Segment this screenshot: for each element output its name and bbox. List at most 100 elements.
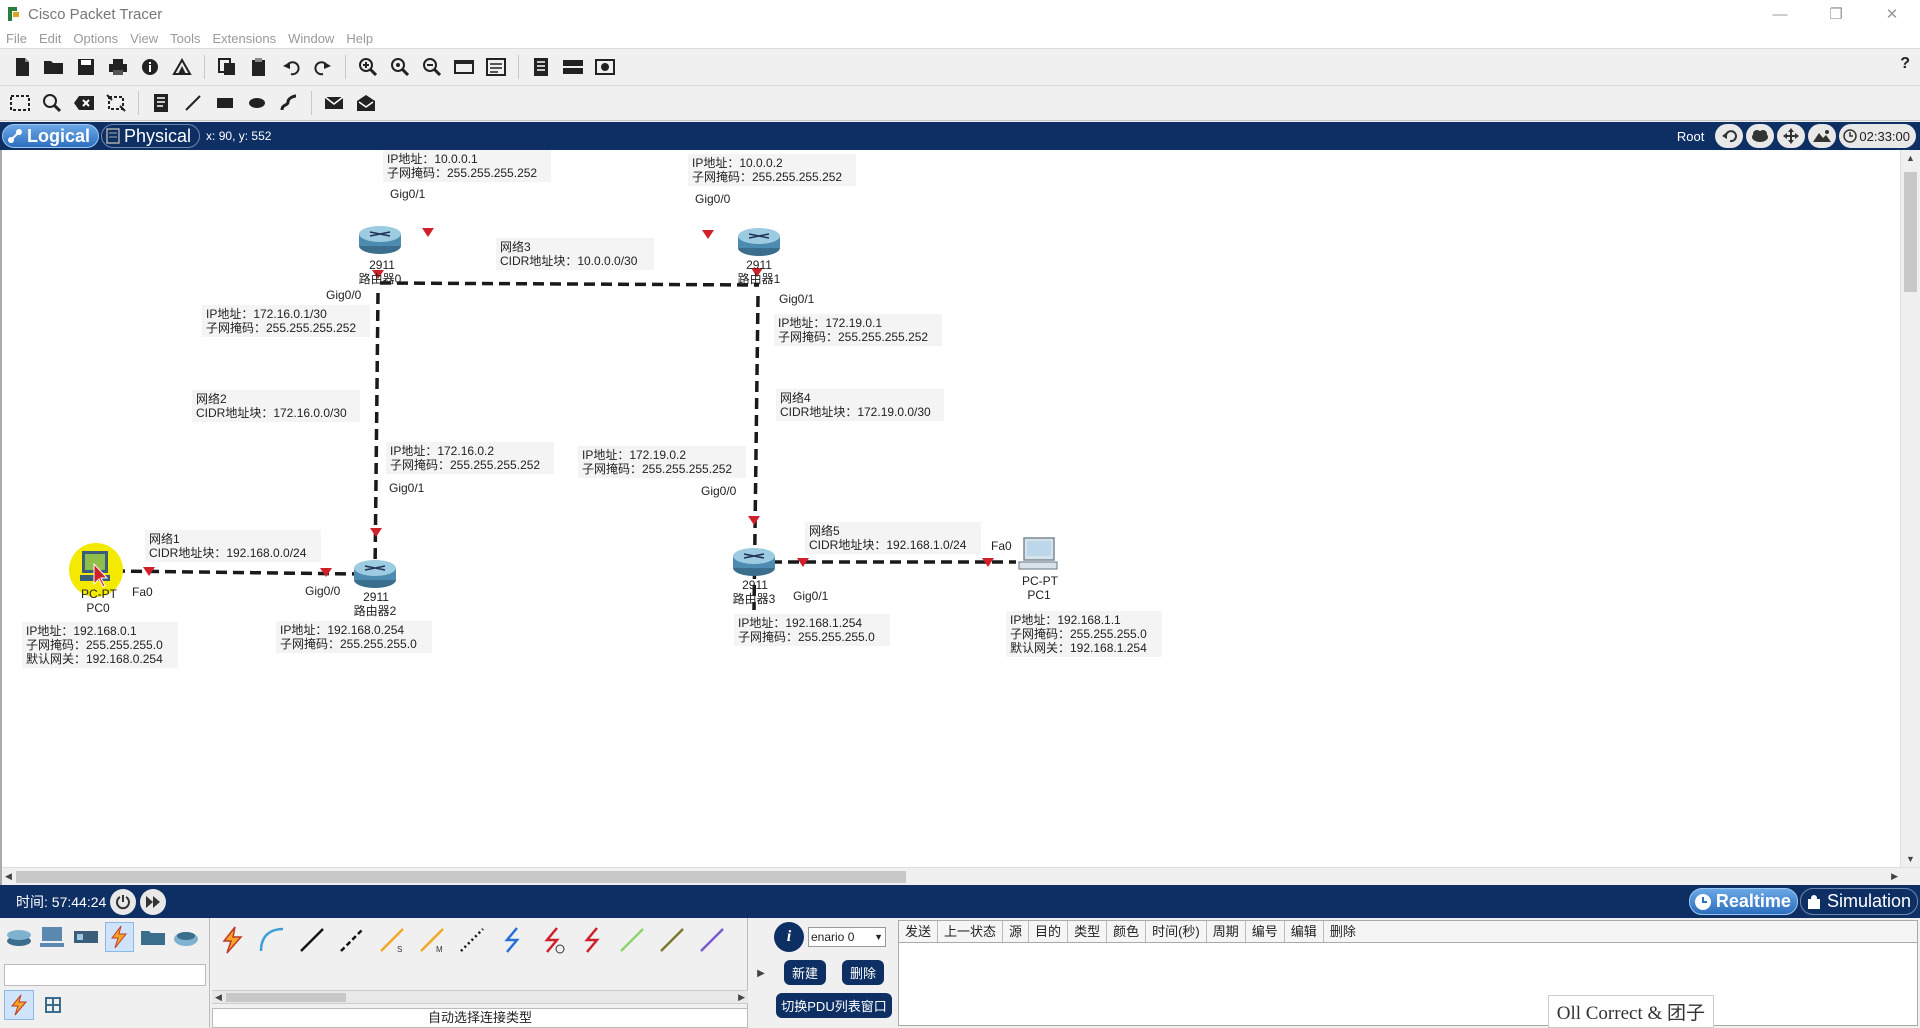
vertical-scroll-thumb[interactable]	[1904, 172, 1917, 292]
undo-icon[interactable]	[277, 53, 305, 81]
router-1[interactable]: 2911 路由器1	[738, 228, 781, 286]
draw-rectangle-icon[interactable]	[211, 89, 239, 117]
tab-logical[interactable]: Logical	[2, 124, 100, 148]
note-r1-top[interactable]: IP地址：10.0.0.2 子网掩码：255.255.255.252	[688, 154, 856, 186]
straight-through-cable-icon[interactable]	[294, 922, 330, 958]
auto-connection-icon[interactable]	[214, 922, 250, 958]
horizontal-scrollbar[interactable]: ◀ ▶	[2, 867, 1920, 885]
simple-pdu-icon[interactable]	[320, 89, 348, 117]
select-icon[interactable]	[6, 89, 34, 117]
network-info-icon[interactable]	[559, 53, 587, 81]
note-r2-bottom[interactable]: IP地址：192.168.0.254 子网掩码：255.255.255.0	[276, 621, 432, 653]
wireless-cable-icon[interactable]	[694, 922, 730, 958]
note-pc1[interactable]: IP地址：192.168.1.1 子网掩码：255.255.255.0 默认网关…	[1006, 611, 1162, 657]
place-note-icon[interactable]	[147, 89, 175, 117]
connections-icon[interactable]	[104, 922, 135, 952]
info-icon[interactable]	[136, 53, 164, 81]
serial-dce-cable-icon[interactable]	[494, 922, 530, 958]
connection-scrollbar[interactable]: ◀ ▶	[212, 990, 748, 1004]
menu-extensions[interactable]: Extensions	[206, 31, 282, 46]
copy-icon[interactable]	[213, 53, 241, 81]
menu-file[interactable]: File	[0, 31, 33, 46]
draw-line-icon[interactable]	[179, 89, 207, 117]
delete-icon[interactable]	[70, 89, 98, 117]
back-icon[interactable]	[1715, 124, 1744, 148]
zoom-reset-icon[interactable]	[386, 53, 414, 81]
open-folder-icon[interactable]	[40, 53, 68, 81]
note-pc0[interactable]: IP地址：192.168.0.1 子网掩码：255.255.255.0 默认网关…	[22, 622, 178, 668]
col-fire[interactable]: 发送	[899, 921, 939, 942]
col-num[interactable]: 编号	[1246, 921, 1285, 942]
scenario-info-icon[interactable]: i	[774, 922, 804, 952]
resize-icon[interactable]	[102, 89, 130, 117]
phone-cable-icon[interactable]: M	[414, 922, 450, 958]
logical-workspace[interactable]: 2911 路由器0 2911 路由器1 2911 路由器2 2911 路由器3 …	[0, 150, 1920, 885]
screenshot-icon[interactable]	[591, 53, 619, 81]
draw-ellipse-icon[interactable]	[243, 89, 271, 117]
scenario-select[interactable]: enario 0 ▼	[808, 927, 886, 947]
inspect-icon[interactable]	[38, 89, 66, 117]
fiber-cable-icon[interactable]: S	[374, 922, 410, 958]
custom-device-icon[interactable]	[482, 53, 510, 81]
paste-icon[interactable]	[245, 53, 273, 81]
restore-button[interactable]: ❐	[1808, 0, 1864, 28]
coaxial-cable-icon[interactable]	[454, 922, 490, 958]
pc-0[interactable]: PC-PT PC0	[69, 543, 123, 615]
scroll-right-icon[interactable]: ▶	[1891, 871, 1898, 882]
menu-tools[interactable]: Tools	[164, 31, 206, 46]
col-destination[interactable]: 目的	[1029, 921, 1069, 942]
note-r0-top[interactable]: IP地址：10.0.0.1 子网掩码：255.255.255.252	[383, 150, 551, 182]
network-devices-icon[interactable]	[4, 922, 34, 952]
conn-scroll-right-icon[interactable]: ▶	[738, 992, 745, 1003]
components-icon[interactable]	[71, 922, 101, 952]
device-list-icon[interactable]	[527, 53, 555, 81]
menu-edit[interactable]: Edit	[33, 31, 67, 46]
redo-icon[interactable]	[309, 53, 337, 81]
menu-window[interactable]: Window	[282, 31, 340, 46]
close-button[interactable]: ✕	[1864, 0, 1920, 28]
link-r0-r1[interactable]	[379, 281, 760, 287]
menu-options[interactable]: Options	[67, 31, 124, 46]
minimize-button[interactable]: —	[1752, 0, 1808, 28]
col-type[interactable]: 类型	[1068, 921, 1108, 942]
zoom-in-icon[interactable]	[354, 53, 382, 81]
col-last-status[interactable]: 上一状态	[938, 921, 1004, 942]
router-0[interactable]: 2911 路由器0	[359, 226, 402, 286]
note-net1[interactable]: 网络1 CIDR地址块：192.168.0.0/24	[145, 530, 321, 562]
pc-1[interactable]: PC-PT PC1	[1018, 537, 1059, 602]
cluster-icon[interactable]	[1746, 124, 1775, 148]
new-file-icon[interactable]	[8, 53, 36, 81]
iot-custom-cable-icon[interactable]	[614, 922, 650, 958]
delete-scenario-button[interactable]: 删除	[842, 960, 885, 985]
note-net3[interactable]: 网络3 CIDR地址块：10.0.0.0/30	[496, 238, 654, 270]
tab-physical[interactable]: Physical	[101, 124, 201, 148]
console-cable-icon[interactable]	[254, 922, 290, 958]
vertical-scrollbar[interactable]: ▲ ▼	[1900, 150, 1920, 867]
conn-scroll-thumb[interactable]	[226, 993, 346, 1002]
note-net2[interactable]: 网络2 CIDR地址块：172.16.0.0/30	[192, 390, 360, 422]
device-search-input[interactable]	[4, 964, 206, 986]
drawing-palette-icon[interactable]	[450, 53, 478, 81]
power-cycle-icon[interactable]	[110, 888, 137, 915]
col-delete[interactable]: 删除	[1324, 921, 1362, 942]
toggle-pdu-list-button[interactable]: 切换PDU列表窗口	[776, 993, 892, 1018]
note-r0-left[interactable]: IP地址：172.16.0.1/30 子网掩码：255.255.255.252	[202, 305, 370, 337]
note-r3-bottom[interactable]: IP地址：192.168.1.254 子网掩码：255.255.255.0	[734, 614, 890, 646]
misc-icon[interactable]	[138, 922, 168, 952]
panel-splitter-icon[interactable]: ▶	[752, 918, 770, 1028]
conn-scroll-left-icon[interactable]: ◀	[215, 992, 222, 1003]
wizard-icon[interactable]	[168, 53, 196, 81]
help-icon[interactable]: ?	[1900, 55, 1910, 73]
multiuser-icon[interactable]	[172, 922, 202, 952]
viewport-icon[interactable]	[1808, 124, 1837, 148]
new-scenario-button[interactable]: 新建	[783, 960, 826, 985]
simulation-mode-button[interactable]: Simulation	[1799, 888, 1918, 915]
horizontal-scroll-thumb[interactable]	[16, 871, 906, 883]
complex-pdu-icon[interactable]	[352, 89, 380, 117]
menu-view[interactable]: View	[124, 31, 164, 46]
fast-forward-icon[interactable]	[140, 888, 167, 915]
freeform-icon[interactable]	[275, 89, 303, 117]
usb-cable-icon[interactable]	[654, 922, 690, 958]
note-r2-top[interactable]: IP地址：172.16.0.2 子网掩码：255.255.255.252	[386, 442, 554, 474]
connection-type-icon[interactable]	[4, 990, 34, 1020]
